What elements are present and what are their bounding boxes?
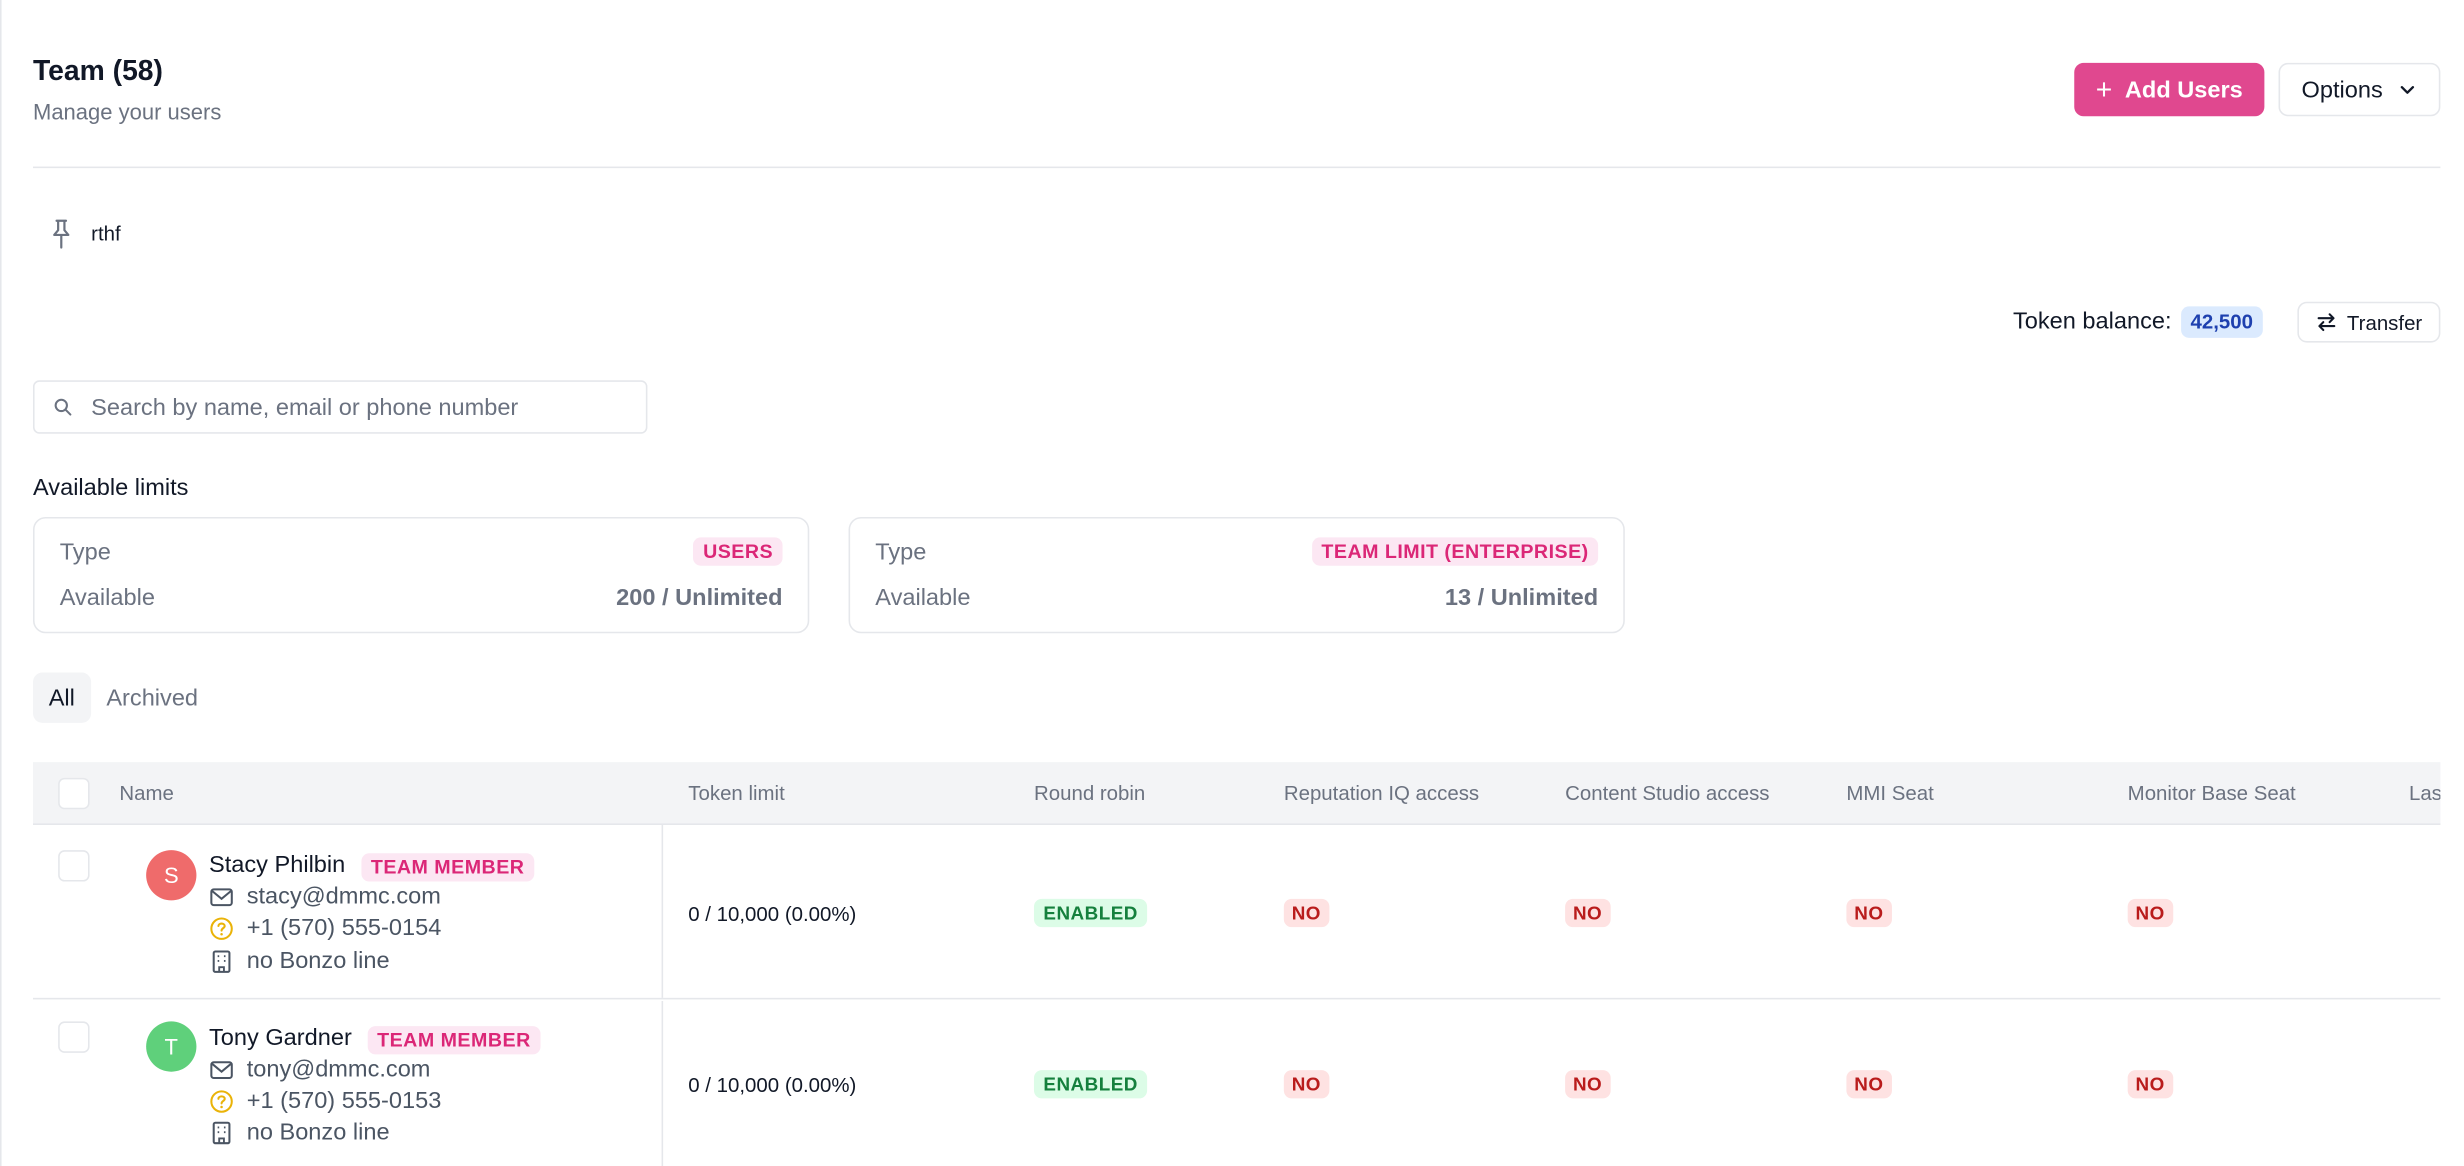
column-header-monitor-base-seat[interactable]: Monitor Base Seat <box>2128 781 2296 805</box>
plus-icon: + <box>2095 73 2113 106</box>
column-header-content-studio[interactable]: Content Studio access <box>1565 781 1769 805</box>
limit-type-row: Type TEAM LIMIT (ENTERPRISE) <box>875 537 1599 566</box>
column-header-name[interactable]: Name <box>119 781 174 805</box>
search-box <box>32 380 648 434</box>
phone-text: +1 (570) 555-0153 <box>246 1087 442 1115</box>
user-name[interactable]: Tony Gardner <box>209 1025 352 1052</box>
phone-text: +1 (570) 555-0154 <box>246 914 442 942</box>
avatar: S <box>146 850 197 901</box>
column-header-reputation-iq[interactable]: Reputation IQ access <box>1284 781 1479 805</box>
user-email: tony@dmmc.com <box>209 1056 430 1083</box>
transfer-button[interactable]: Transfer <box>2297 301 2441 343</box>
limit-type-badge: USERS <box>693 537 783 566</box>
column-divider <box>661 824 664 998</box>
page-subtitle: Manage your users <box>32 98 222 125</box>
search-input[interactable] <box>91 393 626 421</box>
search-icon <box>54 398 72 416</box>
limit-card-users: Type USERS Available 200 / Unlimited <box>32 516 810 634</box>
table-row[interactable]: T Tony Gardner TEAM MEMBER tony@dmmc.com… <box>33 1000 2440 1166</box>
line-text: no Bonzo line <box>246 947 390 975</box>
email-text: stacy@dmmc.com <box>246 883 441 910</box>
row-checkbox[interactable] <box>58 850 90 882</box>
round-robin-badge: ENABLED <box>1033 1070 1148 1099</box>
mmi-seat-badge: NO <box>1846 1070 1892 1099</box>
limit-type-label: Type <box>59 538 111 565</box>
column-header-round-robin[interactable]: Round robin <box>1034 781 1145 805</box>
column-header-mmi-seat[interactable]: MMI Seat <box>1846 781 1933 805</box>
limit-available-label: Available <box>875 584 971 612</box>
column-divider <box>661 1000 664 1166</box>
select-all-checkbox[interactable] <box>58 777 90 810</box>
help-circle-icon <box>210 916 233 940</box>
mail-icon <box>210 1060 233 1079</box>
pin-icon[interactable] <box>49 218 74 249</box>
avatar: T <box>146 1021 197 1072</box>
building-icon <box>212 949 231 973</box>
email-text: tony@dmmc.com <box>246 1055 431 1083</box>
building-icon <box>212 1120 231 1144</box>
line-text: no Bonzo line <box>246 1118 390 1146</box>
options-button[interactable]: Options <box>2278 62 2441 117</box>
user-name[interactable]: Stacy Philbin <box>209 852 345 879</box>
limit-available-value: 13 / Unlimited <box>1444 584 1599 612</box>
available-limits-title: Available limits <box>32 474 189 502</box>
limit-type-row: Type USERS <box>59 537 783 566</box>
limit-available-label: Available <box>59 584 155 612</box>
token-balance-value: 42,500 <box>2181 306 2263 338</box>
row-checkbox[interactable] <box>58 1021 90 1053</box>
tab-bar: All Archived <box>32 672 214 723</box>
content-studio-badge: NO <box>1565 898 1611 928</box>
user-email: stacy@dmmc.com <box>209 883 441 910</box>
mail-icon <box>210 887 233 906</box>
round-robin-badge: ENABLED <box>1033 898 1148 928</box>
content-studio-badge: NO <box>1565 1070 1611 1099</box>
token-balance-label: Token balance: <box>2012 307 2172 335</box>
add-users-button[interactable]: + Add Users <box>2074 62 2265 117</box>
pinned-label[interactable]: rthf <box>91 222 121 246</box>
add-users-label: Add Users <box>2124 76 2243 103</box>
limit-card-team: Type TEAM LIMIT (ENTERPRISE) Available 1… <box>848 516 1625 634</box>
chevron-down-icon <box>2401 86 2415 94</box>
table-row[interactable]: S Stacy Philbin TEAM MEMBER stacy@dmmc.c… <box>32 824 2441 1000</box>
help-circle-icon <box>210 1089 233 1113</box>
token-limit-value: 0 / 10,000 (0.00%) <box>688 1073 857 1097</box>
column-header-token-limit[interactable]: Token limit <box>688 781 785 805</box>
tab-archived[interactable]: Archived <box>91 673 214 723</box>
reputation-iq-badge: NO <box>1283 898 1329 928</box>
limit-type-badge: TEAM LIMIT (ENTERPRISE) <box>1311 537 1599 566</box>
reputation-iq-badge: NO <box>1283 1070 1329 1099</box>
monitor-base-seat-badge: NO <box>2127 1070 2173 1099</box>
page-title: Team (58) <box>32 54 163 87</box>
limit-available-row: Available 13 / Unlimited <box>875 585 1598 612</box>
limit-type-label: Type <box>875 538 927 565</box>
user-phone: +1 (570) 555-0153 <box>209 1087 441 1114</box>
user-line: no Bonzo line <box>209 1119 390 1146</box>
page: Team (58) Manage your users + Add Users … <box>0 0 2464 1166</box>
user-phone: +1 (570) 555-0154 <box>209 914 442 942</box>
transfer-icon <box>2316 313 2335 332</box>
limit-available-row: Available 200 / Unlimited <box>60 585 783 612</box>
tab-all[interactable]: All <box>32 672 91 723</box>
token-limit-value: 0 / 10,000 (0.00%) <box>688 901 857 926</box>
limit-available-value: 200 / Unlimited <box>616 584 783 612</box>
left-border <box>0 0 2 1166</box>
mmi-seat-badge: NO <box>1846 898 1892 928</box>
role-badge: TEAM MEMBER <box>367 1026 541 1055</box>
column-header-last[interactable]: Las <box>2409 781 2440 805</box>
role-badge: TEAM MEMBER <box>361 853 534 882</box>
monitor-base-seat-badge: NO <box>2127 898 2173 928</box>
options-label: Options <box>2301 76 2383 103</box>
table-header: Name Token limit Round robin Reputation … <box>32 762 2441 825</box>
user-line: no Bonzo line <box>209 947 390 975</box>
transfer-label: Transfer <box>2346 310 2423 334</box>
header-divider <box>32 166 2441 169</box>
